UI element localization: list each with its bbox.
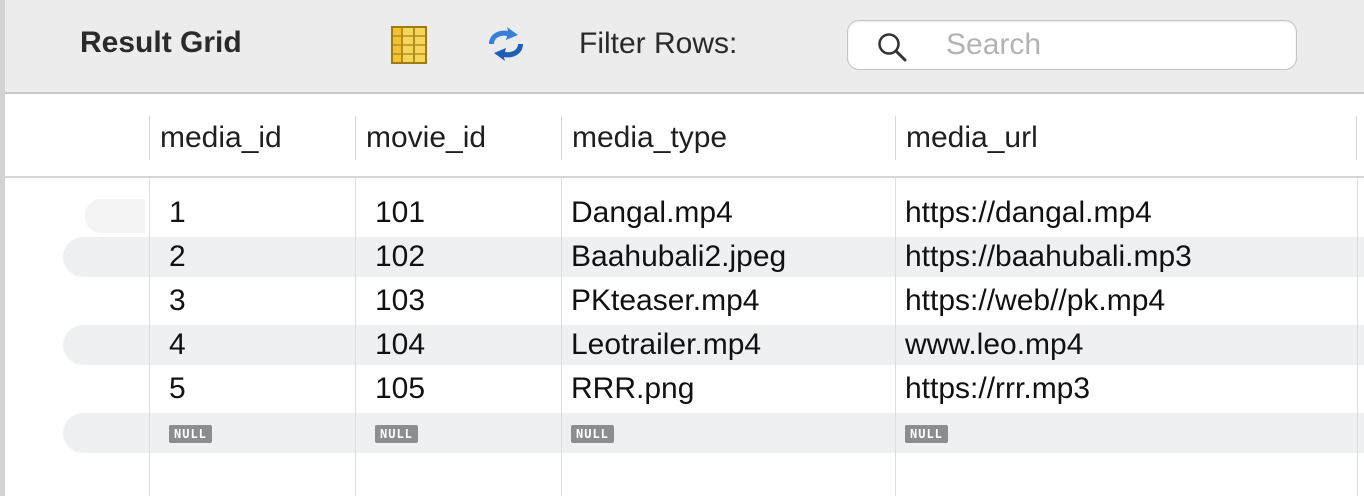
column-divider — [561, 178, 562, 496]
cell-movie-id[interactable]: NULL — [355, 411, 561, 455]
null-badge: NULL — [169, 425, 212, 444]
table-row[interactable]: 5 105 RRR.png https://rrr.mp3 — [5, 367, 1364, 411]
cell-media-id[interactable]: 4 — [149, 323, 355, 367]
cell-media-id[interactable]: 2 — [149, 235, 355, 279]
search-input[interactable] — [946, 27, 1276, 63]
cell-movie-id[interactable]: 103 — [355, 279, 561, 323]
filter-rows-label: Filter Rows: — [579, 27, 738, 60]
cell-media-url[interactable]: www.leo.mp4 — [885, 323, 1355, 367]
cell-media-url[interactable]: https://web//pk.mp4 — [885, 279, 1355, 323]
table-row[interactable]: 3 103 PKteaser.mp4 https://web//pk.mp4 — [5, 279, 1364, 323]
cell-media-url[interactable]: https://rrr.mp3 — [885, 367, 1355, 411]
column-header-media-url[interactable]: media_url — [895, 116, 1357, 160]
magnifier-icon — [876, 31, 908, 63]
table-row[interactable]: 4 104 Leotrailer.mp4 www.leo.mp4 — [5, 323, 1364, 367]
cell-media-id[interactable]: NULL — [149, 411, 355, 455]
column-divider — [895, 178, 896, 496]
cell-movie-id[interactable]: 102 — [355, 235, 561, 279]
grid-header-row: media_id movie_id media_type media_url — [5, 94, 1364, 178]
result-grid: media_id movie_id media_type media_url 1… — [5, 94, 1364, 496]
table-row[interactable]: 2 102 Baahubali2.jpeg https://baahubali.… — [5, 235, 1364, 279]
cell-media-type[interactable]: PKteaser.mp4 — [551, 279, 885, 323]
result-grid-toolbar: Result Grid Filter Rows: — [5, 0, 1364, 94]
cell-media-url[interactable]: https://dangal.mp4 — [885, 191, 1355, 235]
cell-media-url[interactable]: https://baahubali.mp3 — [885, 235, 1355, 279]
cell-movie-id[interactable]: 104 — [355, 323, 561, 367]
cell-media-url[interactable]: NULL — [885, 411, 1355, 455]
null-badge: NULL — [375, 425, 418, 444]
column-header-media-type[interactable]: media_type — [561, 116, 895, 160]
cell-media-type[interactable]: Leotrailer.mp4 — [551, 323, 885, 367]
cell-movie-id[interactable]: 101 — [355, 191, 561, 235]
result-grid-title: Result Grid — [80, 26, 242, 59]
cell-media-id[interactable]: 1 — [149, 191, 355, 235]
cell-movie-id[interactable]: 105 — [355, 367, 561, 411]
refresh-arrows-icon[interactable] — [483, 26, 529, 62]
result-grid-panel: Result Grid Filter Rows: Search media_id… — [0, 0, 1364, 496]
table-row-new[interactable]: NULL NULL NULL NULL — [5, 411, 1364, 455]
cell-media-id[interactable]: 5 — [149, 367, 355, 411]
cell-media-id[interactable]: 3 — [149, 279, 355, 323]
cell-media-type[interactable]: RRR.png — [551, 367, 885, 411]
column-divider — [149, 178, 150, 496]
search-box[interactable] — [847, 20, 1297, 70]
table-row[interactable]: 1 101 Dangal.mp4 https://dangal.mp4 — [5, 191, 1364, 235]
column-divider — [355, 178, 356, 496]
cell-media-type[interactable]: Dangal.mp4 — [551, 191, 885, 235]
null-badge: NULL — [571, 425, 614, 444]
cell-media-type[interactable]: Baahubali2.jpeg — [551, 235, 885, 279]
column-divider — [1357, 178, 1358, 496]
form-grid-icon[interactable] — [391, 26, 427, 64]
column-header-media-id[interactable]: media_id — [149, 116, 355, 160]
column-header-movie-id[interactable]: movie_id — [355, 116, 561, 160]
null-badge: NULL — [905, 425, 948, 444]
cell-media-type[interactable]: NULL — [551, 411, 885, 455]
